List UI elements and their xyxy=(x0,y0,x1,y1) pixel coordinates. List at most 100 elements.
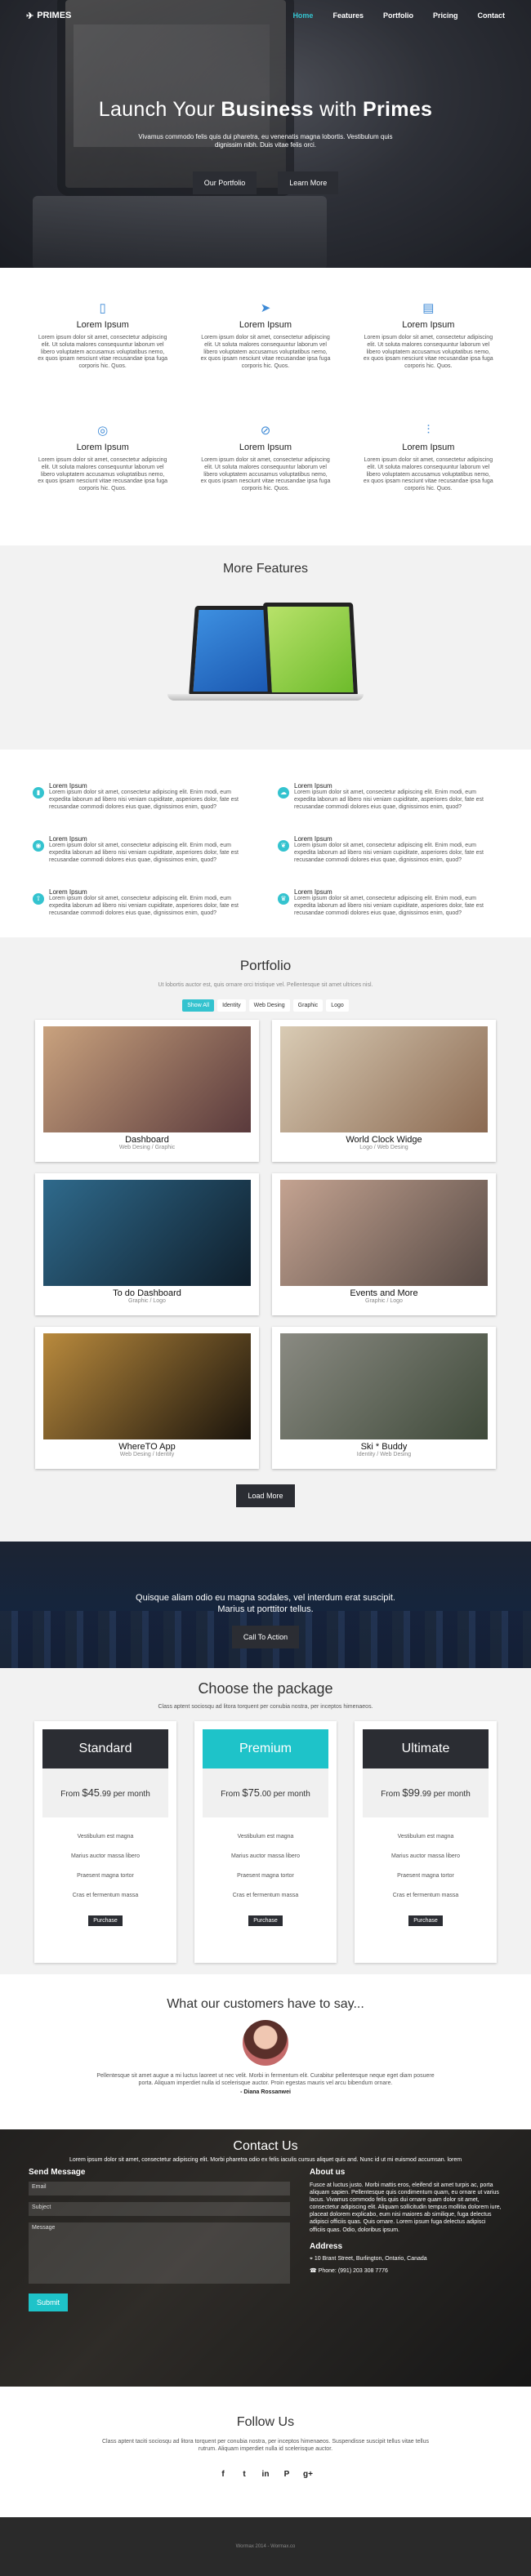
plan-standard: Standard From $45.99 per month Vestibulu… xyxy=(34,1721,176,1963)
portfolio-card[interactable]: Ski * Buddy Identity / Web Desing xyxy=(272,1327,496,1469)
portfolio-image xyxy=(280,1333,488,1439)
portfolio-card[interactable]: Events and More Graphic / Logo xyxy=(272,1173,496,1315)
service-text: Lorem ipsum dolor sit amet, consectetur … xyxy=(363,335,493,369)
eye-icon: ◉ xyxy=(33,840,44,852)
feature-title: Lorem Ipsum xyxy=(294,782,332,790)
plan-feature: Vestibulum est magna xyxy=(237,1834,294,1840)
features-list-section: ▮ Lorem Ipsum Lorem ipsum dolor sit amet, … xyxy=(0,750,531,937)
section-title: More Features xyxy=(222,562,309,576)
linkedin-icon[interactable]: in xyxy=(260,2469,271,2480)
plan-name: Standard xyxy=(42,1729,168,1768)
portfolio-card[interactable]: To do Dashboard Graphic / Logo xyxy=(35,1173,259,1315)
purchase-button[interactable]: Purchase xyxy=(88,1915,123,1926)
leaf-icon: ❦ xyxy=(278,840,289,852)
plan-price: From $99.99 per month xyxy=(363,1768,489,1817)
call-to-action-button[interactable]: Call To Action xyxy=(231,1625,300,1648)
portfolio-card[interactable]: World Clock Widge Logo / Web Desing xyxy=(272,1020,496,1162)
google-plus-icon[interactable]: g+ xyxy=(302,2469,314,2480)
subject-field[interactable]: Subject xyxy=(29,2202,290,2216)
portfolio-image xyxy=(280,1026,488,1132)
about-text: Fusce at luctus justo. Morbi mattis eros… xyxy=(310,2182,502,2233)
cloud-upload-icon: ⇧ xyxy=(33,893,44,905)
plan-price: From $45.99 per month xyxy=(42,1768,168,1817)
ban-icon: ⊘ xyxy=(260,424,271,438)
section-title: What our customers have to say... xyxy=(167,1997,364,2011)
nav-home[interactable]: Home xyxy=(292,11,313,20)
service-title: Lorem Ipsum xyxy=(239,443,292,452)
filter-graphic[interactable]: Graphic xyxy=(292,999,324,1012)
filter-logo[interactable]: Logo xyxy=(326,999,349,1012)
facebook-icon[interactable]: f xyxy=(217,2469,229,2480)
address-title: Address xyxy=(310,2241,343,2251)
plan-ultimate: Ultimate From $99.99 per month Vestibulu… xyxy=(355,1721,497,1963)
logo[interactable]: ✈ PRIMES xyxy=(26,11,71,21)
plan-feature: Vestibulum est magna xyxy=(77,1834,134,1840)
nav-pricing[interactable]: Pricing xyxy=(433,11,458,20)
portfolio-card-title: WhereTO App xyxy=(118,1442,176,1452)
address-line: ⌖ 10 Brant Street, Burlington, Ontario, … xyxy=(310,2255,427,2262)
plan-name: Premium xyxy=(203,1729,328,1768)
map-marker-icon: ⌖ xyxy=(310,2255,313,2262)
filter-identity[interactable]: Identity xyxy=(217,999,246,1012)
plan-price: From $75.00 per month xyxy=(203,1768,328,1817)
filter-web-desing[interactable]: Web Desing xyxy=(248,999,290,1012)
twitter-icon[interactable]: t xyxy=(239,2469,250,2480)
pinterest-icon[interactable]: P xyxy=(281,2469,292,2480)
plan-feature: Cras et fermentum massa xyxy=(232,1893,299,1898)
feature-item: ♛ Lorem Ipsum Lorem ipsum dolor sit amet, … xyxy=(278,888,498,930)
book-icon: ▯ xyxy=(99,301,106,315)
feature-item: ◉ Lorem Ipsum Lorem ipsum dolor sit amet, … xyxy=(33,835,253,877)
sliders-icon: ⫶ xyxy=(426,423,431,437)
hero-content: Launch Your Business with Primes Vivamus… xyxy=(0,98,531,194)
portfolio-card-tags: Identity / Web Desing xyxy=(356,1452,412,1457)
feature-text: Lorem ipsum dolor sit amet, consectetur … xyxy=(294,896,484,916)
testimonial-text: Pellentesque sit amet augue a mi luctus … xyxy=(96,2073,435,2087)
contact-form: Send Message Email Subject Message Submi… xyxy=(29,2168,290,2311)
feature-title: Lorem Ipsum xyxy=(49,782,87,790)
portfolio-card-title: Dashboard xyxy=(125,1135,169,1145)
about-title: About us xyxy=(310,2168,346,2177)
follow-section: Follow Us Class aptent taciti sociosqu a… xyxy=(0,2387,531,2517)
logo-text: PRIMES xyxy=(37,11,72,20)
send-message-title: Send Message xyxy=(29,2168,86,2177)
submit-button[interactable]: Submit xyxy=(29,2293,69,2311)
pricing-section: Choose the package Class aptent sociosqu… xyxy=(0,1668,531,1974)
service-item: ▯ Lorem Ipsum Lorem ipsum dolor sit amet, … xyxy=(29,300,176,423)
section-subtitle: Ut lobortis auctor est, quis ornare orci… xyxy=(158,982,373,988)
purchase-button[interactable]: Purchase xyxy=(408,1915,443,1926)
feature-title: Lorem Ipsum xyxy=(49,835,87,843)
logo-icon: ✈ xyxy=(26,11,34,21)
section-title: Contact Us xyxy=(233,2139,298,2153)
purchase-button[interactable]: Purchase xyxy=(248,1915,283,1926)
portfolio-card[interactable]: WhereTO App Web Desing / Identity xyxy=(35,1327,259,1469)
nav-portfolio[interactable]: Portfolio xyxy=(383,11,413,20)
portfolio-card[interactable]: Dashboard Web Desing / Graphic xyxy=(35,1020,259,1162)
service-text: Lorem ipsum dolor sit amet, consectetur … xyxy=(200,335,331,369)
clipboard-icon: ▤ xyxy=(422,301,435,315)
filter-show-all[interactable]: Show All xyxy=(182,999,215,1012)
nav-features[interactable]: Features xyxy=(332,11,364,20)
our-portfolio-button[interactable]: Our Portfolio xyxy=(192,171,257,194)
testimonials-section: What our customers have to say... Pellen… xyxy=(0,1974,531,2129)
feature-title: Lorem Ipsum xyxy=(294,888,332,896)
about-panel: About us Fusce at luctus justo. Morbi ma… xyxy=(310,2168,502,2311)
portfolio-card-tags: Graphic / Logo xyxy=(128,1298,166,1304)
footer: Wormax 2014 - Wormax.co xyxy=(0,2517,531,2576)
plan-feature: Praesent magna tortor xyxy=(397,1873,454,1879)
service-item: ◎ Lorem Ipsum Lorem ipsum dolor sit amet, … xyxy=(29,423,176,545)
message-field[interactable]: Message xyxy=(29,2222,290,2284)
portfolio-image xyxy=(43,1026,251,1132)
portfolio-card-tags: Logo / Web Desing xyxy=(359,1145,408,1150)
portfolio-card-tags: Web Desing / Graphic xyxy=(118,1145,176,1150)
feature-text: Lorem ipsum dolor sit amet, consectetur … xyxy=(294,843,484,863)
nav-contact[interactable]: Contact xyxy=(478,11,506,20)
learn-more-button[interactable]: Learn More xyxy=(278,171,339,194)
load-more-button[interactable]: Load More xyxy=(236,1484,295,1507)
email-field[interactable]: Email xyxy=(29,2182,290,2196)
service-title: Lorem Ipsum xyxy=(402,320,455,330)
service-title: Lorem Ipsum xyxy=(76,320,129,330)
laptops-image xyxy=(167,588,364,719)
contact-section: Contact Us Lorem ipsum dolor sit amet, c… xyxy=(0,2129,531,2387)
portfolio-image xyxy=(43,1180,251,1286)
plan-feature: Praesent magna tortor xyxy=(237,1873,294,1879)
